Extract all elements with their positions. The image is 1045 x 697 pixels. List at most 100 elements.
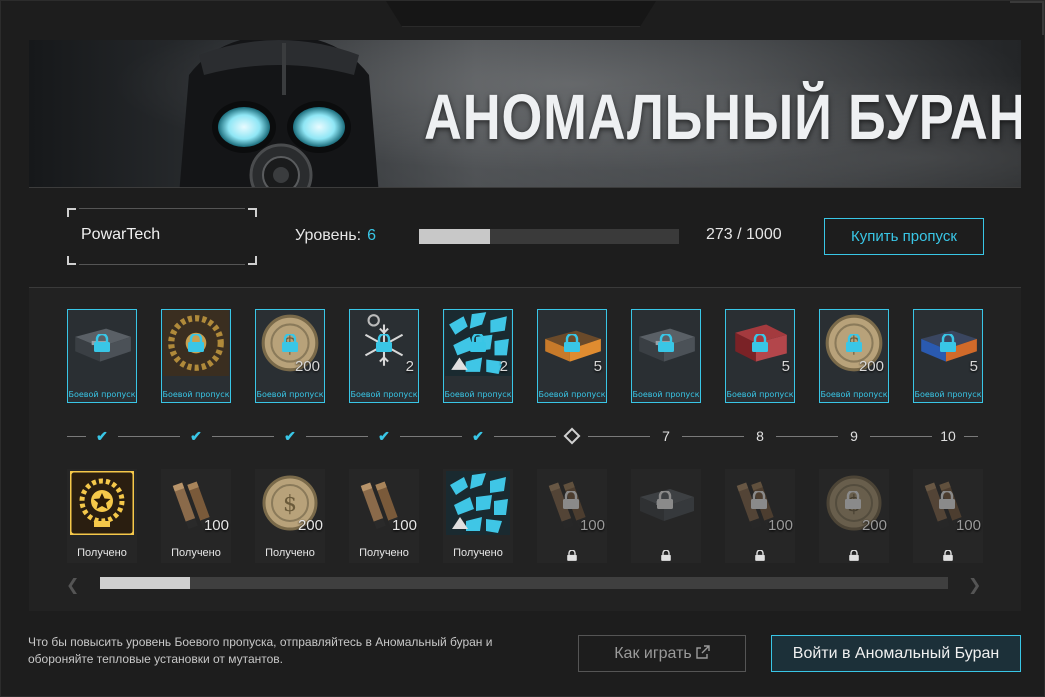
free-reward-item[interactable]: $200 Получено xyxy=(255,469,325,563)
level-track: ✔ ✔ ✔ ✔ ✔ 7 8 9 10 xyxy=(67,426,983,446)
reward-count: 200 xyxy=(294,358,320,375)
track-segment xyxy=(964,436,978,437)
premium-reward-item[interactable]: Боевой пропуск xyxy=(67,309,137,403)
free-reward-item[interactable]: $200 xyxy=(819,469,889,563)
free-reward-item[interactable]: Получено xyxy=(67,469,137,563)
track-segment xyxy=(306,436,368,437)
lock-icon xyxy=(374,332,394,352)
premium-reward-item[interactable]: 2 Боевой пропуск xyxy=(443,309,513,403)
free-reward-item[interactable]: 100 xyxy=(913,469,983,563)
lock-icon xyxy=(655,489,675,513)
premium-reward-item[interactable]: Боевой пропуск xyxy=(161,309,231,403)
external-link-icon xyxy=(696,644,710,659)
lock-icon xyxy=(937,489,957,513)
gold-laurel-badge-icon xyxy=(68,469,136,537)
reward-count: 5 xyxy=(593,358,602,375)
premium-rewards-row: Боевой пропускБоевой пропуск$200Боевой п… xyxy=(67,309,987,403)
small-lock-icon xyxy=(942,546,954,561)
reward-count: 100 xyxy=(203,517,229,534)
premium-reward-item[interactable]: 2 Боевой пропуск xyxy=(349,309,419,403)
reward-pass-label: Боевой пропуск xyxy=(538,390,606,399)
track-segment xyxy=(212,436,274,437)
free-reward-item[interactable]: 100 Получено xyxy=(349,469,419,563)
lock-icon xyxy=(749,489,769,513)
reward-pass-label: Боевой пропуск xyxy=(162,390,230,399)
player-name: PowarTech xyxy=(81,226,161,243)
level-complete-check-icon: ✔ xyxy=(190,428,202,444)
free-reward-item[interactable]: 100 xyxy=(537,469,607,563)
reward-count: 100 xyxy=(579,517,605,534)
free-reward-item[interactable]: 100 Получено xyxy=(161,469,231,563)
reward-count: 200 xyxy=(297,517,323,534)
track-segment xyxy=(776,436,838,437)
level-complete-check-icon: ✔ xyxy=(96,428,108,444)
level-value: 6 xyxy=(367,227,376,244)
level-indicator: Уровень: 6 xyxy=(295,227,376,245)
track-segment xyxy=(400,436,462,437)
lock-icon xyxy=(844,332,864,352)
how-to-play-button[interactable]: Как играть xyxy=(578,635,746,672)
reward-status-label: Получено xyxy=(77,547,127,559)
level-label: Уровень: xyxy=(295,227,362,244)
level-number: 9 xyxy=(850,428,858,444)
lock-icon xyxy=(843,489,863,513)
premium-reward-item[interactable]: $200Боевой пропуск xyxy=(255,309,325,403)
lock-icon xyxy=(656,332,676,352)
lock-icon xyxy=(562,332,582,352)
lock-icon xyxy=(938,332,958,352)
track-segment xyxy=(682,436,744,437)
reward-count: 200 xyxy=(858,358,884,375)
small-lock-icon xyxy=(566,546,578,561)
rewards-scrollbar[interactable] xyxy=(100,577,948,589)
reward-count: 100 xyxy=(955,517,981,534)
small-lock-icon xyxy=(660,546,672,561)
premium-reward-item[interactable]: Боевой пропуск xyxy=(631,309,701,403)
small-lock-icon xyxy=(848,546,860,561)
premium-reward-item[interactable]: 5 Боевой пропуск xyxy=(537,309,607,403)
reward-count: 5 xyxy=(781,358,790,375)
event-banner: АНОМАЛЬНЫЙ БУРАН xyxy=(29,40,1021,188)
reward-pass-label: Боевой пропуск xyxy=(726,390,794,399)
level-number: 10 xyxy=(940,428,956,444)
reward-pass-label: Боевой пропуск xyxy=(820,390,888,399)
player-name-box: PowarTech xyxy=(67,208,257,265)
xp-progress-fill xyxy=(419,229,490,244)
track-segment xyxy=(118,436,180,437)
level-complete-check-icon: ✔ xyxy=(472,428,484,444)
svg-text:$: $ xyxy=(283,492,297,517)
track-segment xyxy=(494,436,556,437)
xp-progress-bar xyxy=(419,229,679,244)
buy-pass-button[interactable]: Купить пропуск xyxy=(824,218,984,255)
reward-pass-label: Боевой пропуск xyxy=(350,390,418,399)
reward-status-label: Получено xyxy=(453,547,503,559)
scroll-left-arrow[interactable]: ❮ xyxy=(66,575,80,594)
top-notch xyxy=(386,1,656,27)
scrollbar-thumb[interactable] xyxy=(100,577,190,589)
reward-count: 2 xyxy=(405,358,414,375)
premium-reward-item[interactable]: 5 Боевой пропуск xyxy=(725,309,795,403)
level-number: 8 xyxy=(756,428,764,444)
free-reward-item[interactable] xyxy=(631,469,701,563)
lock-icon xyxy=(92,332,112,352)
level-complete-check-icon: ✔ xyxy=(284,428,296,444)
reward-pass-label: Боевой пропуск xyxy=(444,390,512,399)
lock-icon xyxy=(186,332,206,352)
camo-skin-icon xyxy=(446,471,510,535)
small-lock-icon xyxy=(754,546,766,561)
enter-event-button[interactable]: Войти в Аномальный Буран xyxy=(771,635,1021,672)
reward-count: 2 xyxy=(499,358,508,375)
premium-reward-item[interactable]: $200Боевой пропуск xyxy=(819,309,889,403)
reward-count: 100 xyxy=(391,517,417,534)
scroll-right-arrow[interactable]: ❯ xyxy=(968,575,982,594)
reward-count: 100 xyxy=(767,517,793,534)
track-segment xyxy=(588,436,650,437)
reward-pass-label: Боевой пропуск xyxy=(256,390,324,399)
reward-pass-label: Боевой пропуск xyxy=(632,390,700,399)
corner-decoration xyxy=(1010,1,1044,35)
premium-reward-item[interactable]: 5 Боевой пропуск xyxy=(913,309,983,403)
xp-text: 273 / 1000 xyxy=(706,226,782,243)
free-reward-item[interactable]: 100 xyxy=(725,469,795,563)
track-segment xyxy=(870,436,932,437)
free-reward-item[interactable]: Получено xyxy=(443,469,513,563)
gas-mask-soldier-icon xyxy=(179,40,379,187)
